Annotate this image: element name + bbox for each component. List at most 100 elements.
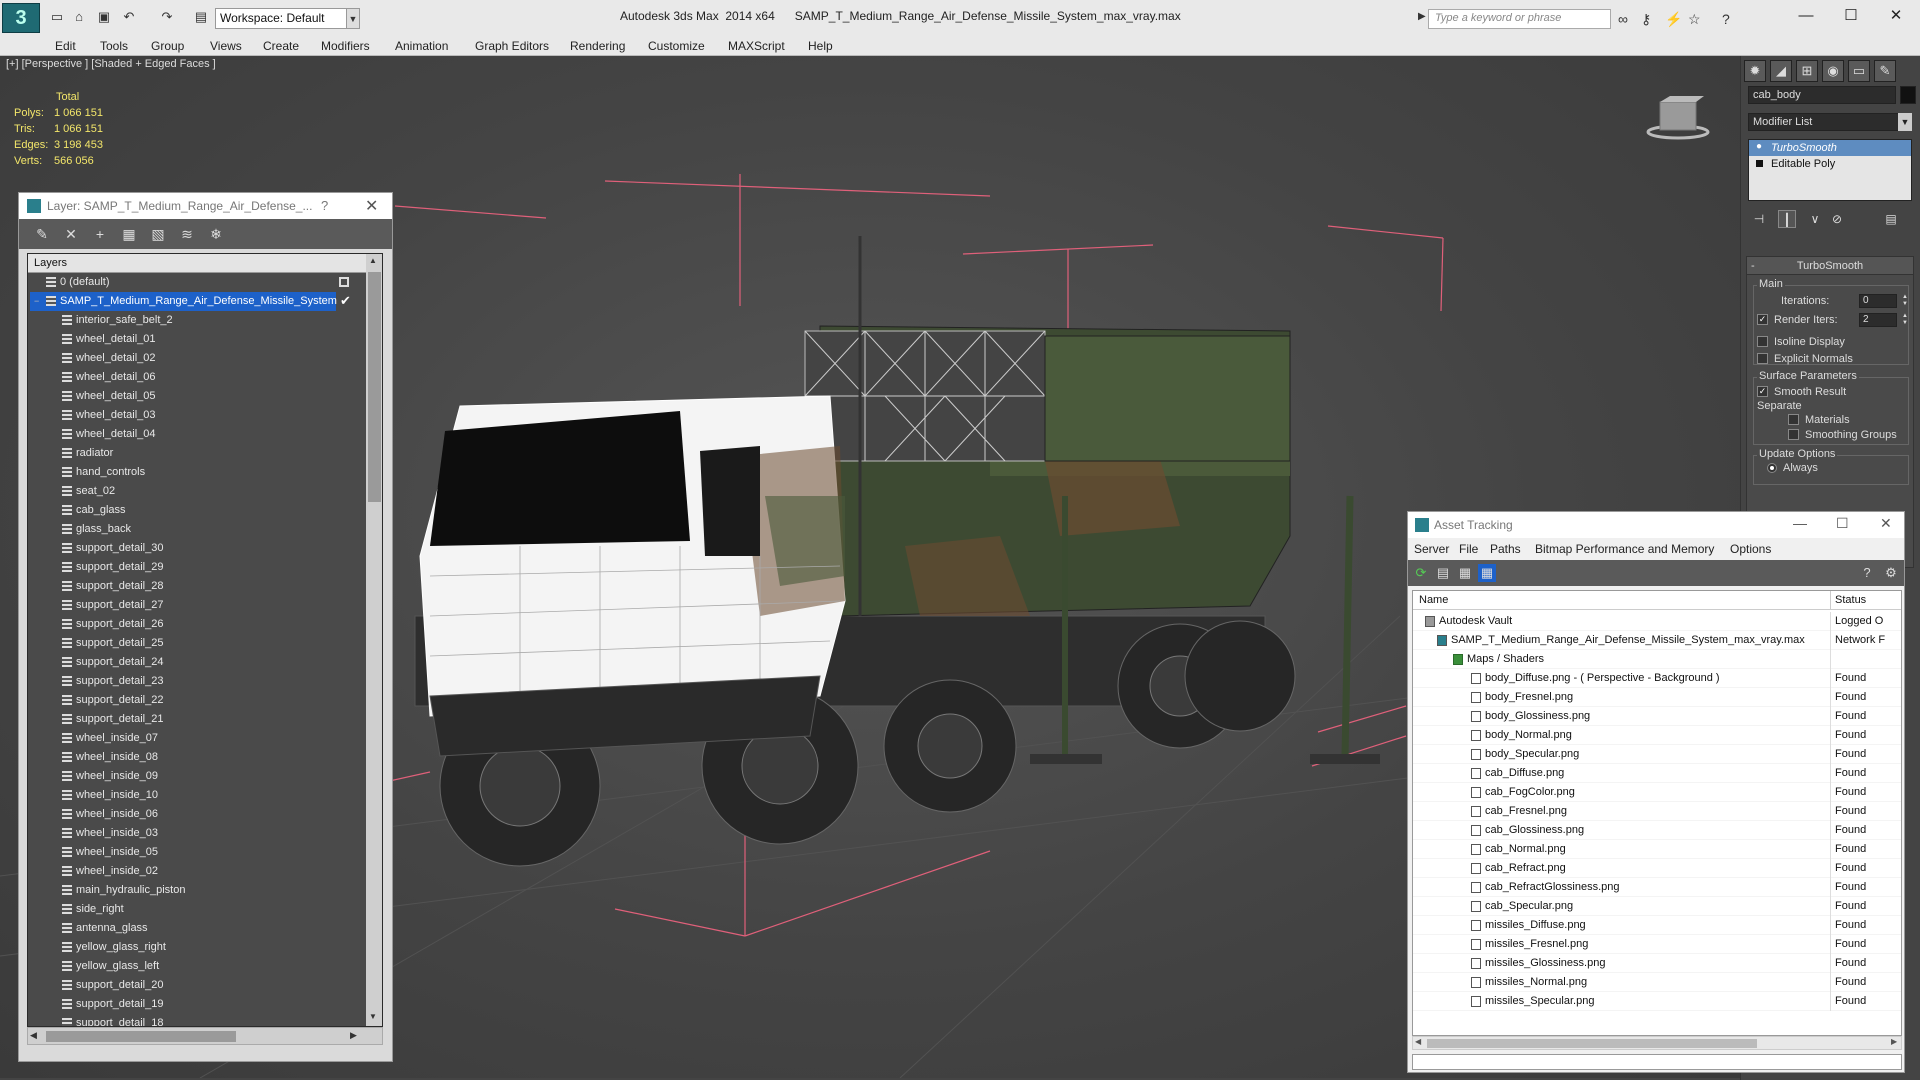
pin-stack-icon[interactable]: ⊣ xyxy=(1750,210,1768,228)
layer-object-row[interactable]: radiator xyxy=(28,444,366,463)
layer-object-row[interactable]: support_detail_27 xyxy=(28,596,366,615)
object-name-field[interactable]: cab_body xyxy=(1748,86,1896,104)
menu-create[interactable]: Create xyxy=(263,39,299,53)
menu-animation[interactable]: Animation xyxy=(395,39,448,53)
help-icon[interactable]: ? xyxy=(1722,11,1730,27)
menu-edit[interactable]: Edit xyxy=(55,39,76,53)
layer-object-row[interactable]: support_detail_29 xyxy=(28,558,366,577)
always-radio[interactable] xyxy=(1767,463,1777,473)
layer-row-default[interactable]: 0 (default) xyxy=(28,273,366,292)
layer-object-row[interactable]: wheel_detail_04 xyxy=(28,425,366,444)
render-iters-checkbox[interactable]: ✓ xyxy=(1757,314,1768,325)
layer-object-row[interactable]: antenna_glass xyxy=(28,919,366,938)
asset-row[interactable]: cab_Glossiness.png Found xyxy=(1413,821,1901,840)
menu-maxscript[interactable]: MAXScript xyxy=(728,39,785,53)
menu-tools[interactable]: Tools xyxy=(100,39,128,53)
binoculars-icon[interactable]: ∞ xyxy=(1618,11,1628,27)
render-iters-spinner[interactable]: 2 xyxy=(1859,313,1897,327)
asset-row[interactable]: cab_Normal.png Found xyxy=(1413,840,1901,859)
stack-item-turbosmooth[interactable]: ● TurboSmooth xyxy=(1749,140,1911,156)
scroll-right-icon[interactable]: ▶ xyxy=(1891,1037,1897,1046)
chevron-down-icon[interactable]: ▼ xyxy=(346,8,360,29)
undo-icon[interactable]: ↶ xyxy=(120,9,138,25)
menu-help[interactable]: Help xyxy=(808,39,833,53)
layer-object-row[interactable]: support_detail_26 xyxy=(28,615,366,634)
asset-row[interactable]: cab_Refract.png Found xyxy=(1413,859,1901,878)
layer-object-row[interactable]: wheel_detail_06 xyxy=(28,368,366,387)
materials-checkbox[interactable] xyxy=(1788,414,1799,425)
spinner-arrows-icon[interactable]: ▲ ▼ xyxy=(1901,313,1909,327)
modifier-list-dropdown[interactable]: Modifier List xyxy=(1748,113,1912,131)
menu-modifiers[interactable]: Modifiers xyxy=(321,39,370,53)
scroll-thumb[interactable] xyxy=(368,272,381,502)
key-icon[interactable]: ⚷ xyxy=(1641,11,1651,28)
layer-object-row[interactable]: wheel_detail_02 xyxy=(28,349,366,368)
layer-object-row[interactable]: support_detail_20 xyxy=(28,976,366,995)
help-icon[interactable]: ? xyxy=(1858,564,1876,582)
layer-object-row[interactable]: wheel_detail_03 xyxy=(28,406,366,425)
layer-object-row[interactable]: wheel_detail_05 xyxy=(28,387,366,406)
asset-row[interactable]: missiles_Specular.png Found xyxy=(1413,992,1901,1011)
asset-row[interactable]: missiles_Glossiness.png Found xyxy=(1413,954,1901,973)
asset-row[interactable]: body_Specular.png Found xyxy=(1413,745,1901,764)
hierarchy-tab-icon[interactable]: ⊞ xyxy=(1796,60,1818,82)
layer-object-row[interactable]: support_detail_19 xyxy=(28,995,366,1014)
layer-object-row[interactable]: support_detail_23 xyxy=(28,672,366,691)
rollout-header[interactable]: - TurboSmooth xyxy=(1747,257,1913,275)
layer-object-row[interactable]: support_detail_22 xyxy=(28,691,366,710)
menu-customize[interactable]: Customize xyxy=(648,39,705,53)
project-folder-icon[interactable]: ▤ xyxy=(192,9,210,25)
isoline-display-checkbox[interactable] xyxy=(1757,336,1768,347)
remove-modifier-icon[interactable]: ⊘ xyxy=(1828,210,1846,228)
asset-menu-file[interactable]: File xyxy=(1459,542,1478,556)
asset-menu-bitmap-performance[interactable]: Bitmap Performance and Memory xyxy=(1535,542,1714,556)
asset-row[interactable]: Autodesk Vault Logged O xyxy=(1413,612,1901,631)
asset-row[interactable]: Maps / Shaders xyxy=(1413,650,1901,669)
asset-menu-paths[interactable]: Paths xyxy=(1490,542,1521,556)
layer-object-row[interactable]: support_detail_21 xyxy=(28,710,366,729)
layer-object-row[interactable]: support_detail_18 xyxy=(28,1014,366,1026)
column-header-status[interactable]: Status xyxy=(1835,594,1866,606)
show-end-result-icon[interactable]: ┃ xyxy=(1778,210,1796,228)
asset-row[interactable]: cab_Diffuse.png Found xyxy=(1413,764,1901,783)
layer-panel-title[interactable]: Layer: SAMP_T_Medium_Range_Air_Defense_.… xyxy=(19,193,392,219)
refresh-icon[interactable]: ⟳ xyxy=(1412,564,1430,582)
smoothing-groups-checkbox[interactable] xyxy=(1788,429,1799,440)
collapse-icon[interactable]: − xyxy=(34,296,39,306)
layer-object-row[interactable]: side_right xyxy=(28,900,366,919)
layer-vertical-scrollbar[interactable]: ▲ ▼ xyxy=(366,254,382,1026)
open-file-icon[interactable]: ⌂ xyxy=(70,9,88,25)
make-unique-icon[interactable]: ∨ xyxy=(1806,210,1824,228)
grid-view-icon[interactable]: ▦ xyxy=(1478,564,1496,582)
menu-views[interactable]: Views xyxy=(210,39,242,53)
layer-object-row[interactable]: yellow_glass_left xyxy=(28,957,366,976)
chevron-down-icon[interactable]: ▼ xyxy=(1898,113,1912,131)
maximize-icon[interactable]: ☐ xyxy=(1830,4,1872,28)
maximize-icon[interactable]: ☐ xyxy=(1836,515,1849,532)
configure-modifier-sets-icon[interactable]: ▤ xyxy=(1882,210,1900,228)
delete-layer-icon[interactable]: ✕ xyxy=(62,225,80,243)
layer-object-row[interactable]: wheel_inside_06 xyxy=(28,805,366,824)
asset-row[interactable]: body_Fresnel.png Found xyxy=(1413,688,1901,707)
close-icon[interactable]: ✕ xyxy=(1875,4,1917,28)
select-objects-icon[interactable]: ▦ xyxy=(120,225,138,243)
list-view-icon[interactable]: ▤ xyxy=(1434,564,1452,582)
settings-icon[interactable]: ⚙ xyxy=(1882,564,1900,582)
asset-menu-options[interactable]: Options xyxy=(1730,542,1771,556)
layer-object-row[interactable]: wheel_inside_07 xyxy=(28,729,366,748)
utilities-tab-icon[interactable]: ✎ xyxy=(1874,60,1896,82)
spinner-arrows-icon[interactable]: ▲ ▼ xyxy=(1901,294,1909,308)
asset-menu-server[interactable]: Server xyxy=(1414,542,1449,556)
close-icon[interactable]: ✕ xyxy=(365,196,378,216)
current-layer-box-icon[interactable] xyxy=(339,277,349,287)
scroll-down-icon[interactable]: ▼ xyxy=(369,1012,377,1021)
menu-graph-editors[interactable]: Graph Editors xyxy=(475,39,549,53)
asset-table[interactable]: Name Status Autodesk Vault Logged O SAMP_T… xyxy=(1412,590,1902,1036)
viewcube-icon[interactable] xyxy=(1646,92,1710,140)
column-header-name[interactable]: Name xyxy=(1419,594,1448,606)
layer-horizontal-scrollbar[interactable]: ◀ ▶ xyxy=(27,1027,383,1045)
layer-object-row[interactable]: seat_02 xyxy=(28,482,366,501)
layer-object-row[interactable]: support_detail_25 xyxy=(28,634,366,653)
layer-object-row[interactable]: cab_glass xyxy=(28,501,366,520)
layer-object-row[interactable]: support_detail_30 xyxy=(28,539,366,558)
